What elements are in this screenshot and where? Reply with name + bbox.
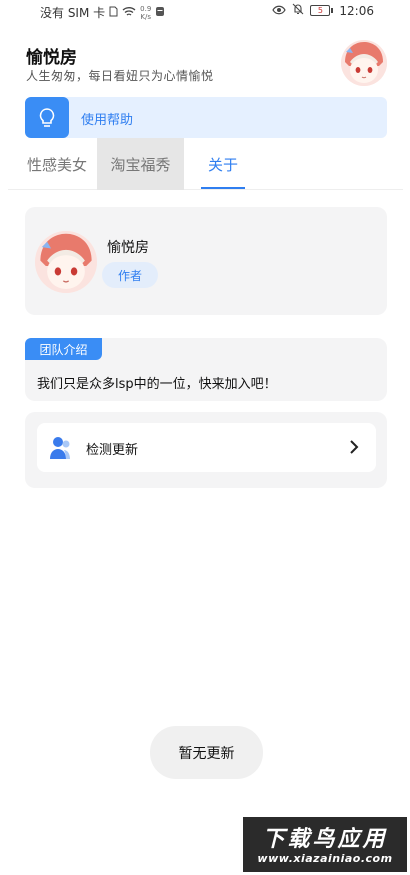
anime-avatar-icon xyxy=(35,231,97,293)
anime-avatar-icon xyxy=(341,40,387,86)
user-icon xyxy=(50,437,70,459)
help-icon-box xyxy=(25,97,69,138)
toast-message: 暂无更新 xyxy=(150,726,263,779)
net-speed-unit: K/s xyxy=(140,12,152,21)
help-banner[interactable]: 使用帮助 xyxy=(25,97,387,138)
watermark-logo: 下载鸟应用 www.xiazainiao.com xyxy=(243,817,407,872)
net-speed-value: 0.9 xyxy=(140,4,152,13)
tab-active-indicator xyxy=(201,187,245,189)
app-header: 愉悦房 人生匆匆，每日看妞只为心情愉悦 xyxy=(26,40,387,90)
clock: 12:06 xyxy=(339,3,374,18)
net-speed: 0.9 K/s xyxy=(140,5,151,21)
team-description: 我们只是众多lsp中的一位，快来加入吧！ xyxy=(37,377,277,392)
tab-bar: 性感美女 淘宝福秀 关于 xyxy=(8,138,403,190)
team-tag: 团队介绍 xyxy=(25,338,102,360)
team-card: 团队介绍 我们只是众多lsp中的一位，快来加入吧！ xyxy=(25,338,387,401)
battery-icon: 5 xyxy=(310,5,334,16)
check-update-label: 检测更新 xyxy=(86,443,139,458)
author-card: 愉悦房 作者 xyxy=(25,207,387,315)
app-title: 愉悦房 xyxy=(26,48,77,68)
sim-icon xyxy=(109,6,118,20)
carrier-text: 没有 SIM 卡 xyxy=(40,6,106,20)
status-right: 5 12:06 xyxy=(272,3,374,18)
watermark-title: 下载鸟应用 xyxy=(262,827,388,852)
status-left: 没有 SIM 卡 0.9 K/s xyxy=(40,4,165,21)
update-card: 检测更新 xyxy=(25,412,387,488)
app-subtitle: 人生匆匆，每日看妞只为心情愉悦 xyxy=(26,69,214,83)
tab-taobao[interactable]: 淘宝福秀 xyxy=(97,138,184,190)
battery-level: 5 xyxy=(310,5,331,16)
tab-sexy-beauty[interactable]: 性感美女 xyxy=(16,138,98,190)
notification-icon xyxy=(155,6,165,20)
tab-about[interactable]: 关于 xyxy=(201,138,245,190)
eye-icon xyxy=(272,4,287,18)
help-label: 使用帮助 xyxy=(81,113,134,128)
status-bar: 没有 SIM 卡 0.9 K/s 5 12:06 xyxy=(0,0,410,24)
chevron-right-icon xyxy=(350,440,359,454)
author-role-badge: 作者 xyxy=(102,262,158,288)
wifi-icon xyxy=(122,6,136,20)
lightbulb-icon xyxy=(39,107,55,127)
check-update-row[interactable]: 检测更新 xyxy=(37,423,376,472)
header-avatar[interactable] xyxy=(341,40,387,86)
mute-bell-icon xyxy=(292,3,304,18)
watermark-url: www.xiazainiao.com xyxy=(257,852,393,865)
author-avatar xyxy=(35,231,97,293)
author-name: 愉悦房 xyxy=(107,240,149,256)
